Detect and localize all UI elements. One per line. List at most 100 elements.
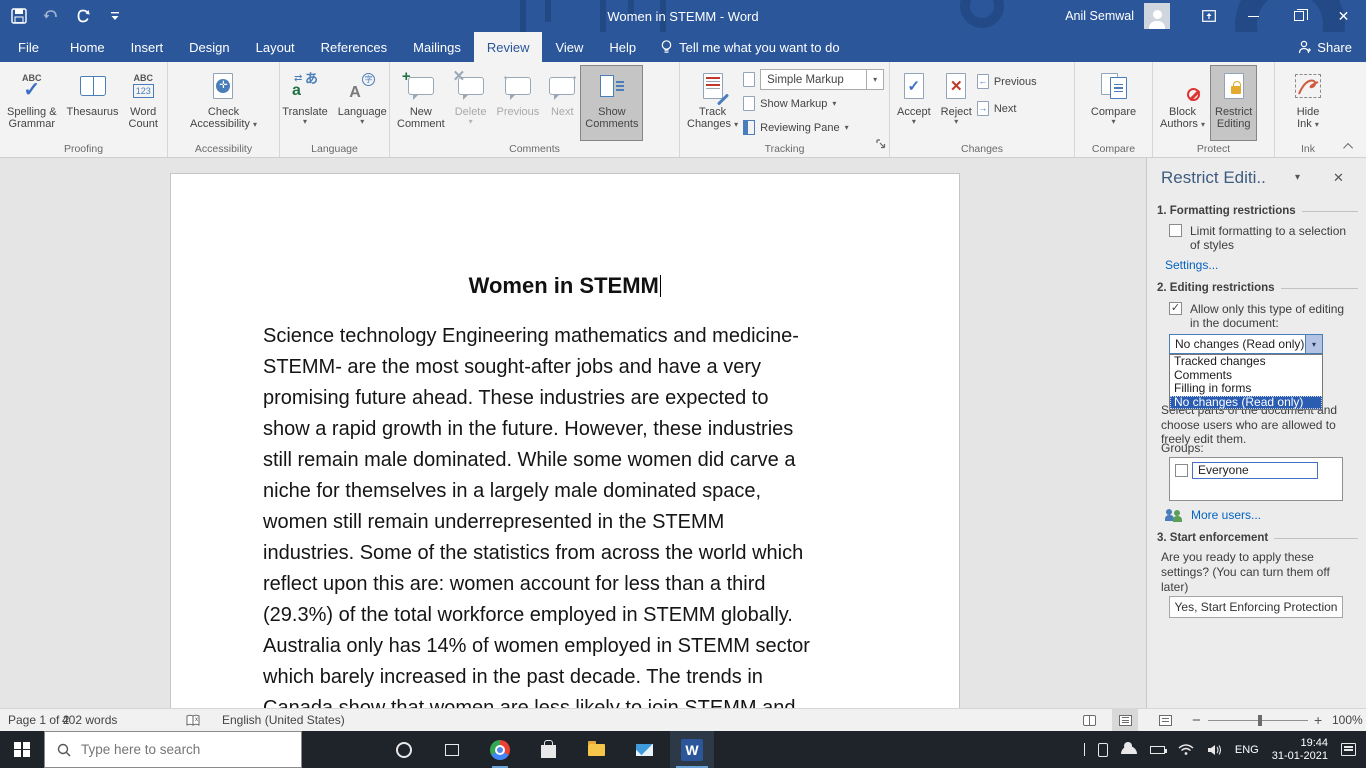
show-comments-icon	[599, 69, 624, 103]
cortana-button[interactable]	[382, 731, 426, 768]
language-indicator[interactable]: English (United States)	[222, 709, 345, 731]
tab-help[interactable]: Help	[596, 32, 649, 62]
document-heading: Women in STEMM	[171, 273, 959, 299]
pane-options-dropdown-icon[interactable]: ▾	[1295, 173, 1300, 183]
word-taskbar-button[interactable]: W	[670, 731, 714, 768]
tab-mailings[interactable]: Mailings	[400, 32, 474, 62]
checkbox-checked[interactable]: ✓	[1169, 302, 1182, 315]
redo-icon[interactable]	[74, 7, 92, 25]
chrome-taskbar-button[interactable]	[478, 731, 522, 768]
tab-design[interactable]: Design	[176, 32, 242, 62]
zoom-slider-thumb[interactable]	[1258, 714, 1262, 726]
customize-qat-icon[interactable]	[106, 7, 124, 25]
track-changes-button[interactable]: Track Changes ▾	[682, 65, 743, 141]
store-taskbar-button[interactable]	[526, 731, 570, 768]
clock[interactable]: 19:44 31-01-2021	[1272, 737, 1328, 763]
ribbon-display-options-icon[interactable]	[1186, 0, 1231, 32]
file-explorer-taskbar-button[interactable]	[574, 731, 618, 768]
block-authors-button[interactable]: Block Authors ▾	[1155, 65, 1210, 141]
groups-listbox[interactable]: Everyone	[1169, 457, 1343, 501]
more-users-link[interactable]: More users...	[1165, 508, 1261, 522]
tab-references[interactable]: References	[308, 32, 400, 62]
text-cursor	[659, 275, 662, 297]
battery-icon[interactable]	[1149, 745, 1167, 754]
tell-me-box[interactable]: Tell me what you want to do	[649, 32, 851, 62]
compare-button[interactable]: Compare ▾	[1086, 65, 1141, 141]
language-button[interactable]: A字 Language ▾	[333, 65, 392, 141]
action-center-icon[interactable]	[1341, 743, 1356, 756]
tray-expand-icon[interactable]	[1083, 742, 1085, 756]
start-button[interactable]	[0, 731, 44, 768]
previous-change-button[interactable]: ← Previous	[976, 71, 1037, 92]
accept-button[interactable]: ✓ Accept ▾	[892, 65, 936, 141]
collapse-ribbon-icon[interactable]	[1340, 139, 1358, 153]
compare-icon	[1100, 69, 1127, 103]
hide-ink-button[interactable]: Hide Ink ▾	[1290, 65, 1326, 141]
proofing-status-icon[interactable]: x	[186, 709, 201, 731]
check-accessibility-button[interactable]: ✛ Check Accessibility ▾	[185, 65, 262, 141]
editing-type-combobox[interactable]: No changes (Read only) ▾	[1169, 334, 1323, 354]
display-for-review-combo[interactable]: Simple Markup ▾	[743, 69, 885, 90]
page-indicator[interactable]: Page 1 of 2	[8, 709, 69, 731]
tab-home[interactable]: Home	[57, 32, 118, 62]
taskbar-search[interactable]	[44, 731, 302, 768]
search-icon	[57, 743, 71, 756]
tab-view[interactable]: View	[542, 32, 596, 62]
group-everyone-item[interactable]: Everyone	[1175, 462, 1318, 479]
limit-formatting-checkbox[interactable]: Limit formatting to a selection of styles	[1169, 224, 1346, 252]
spelling-grammar-button[interactable]: ABC ✓ Spelling & Grammar	[2, 65, 62, 141]
ribbon-review: ABC ✓ Spelling & Grammar Thesaurus ABC 123 …	[0, 62, 1366, 158]
web-layout-view-button[interactable]	[1152, 709, 1178, 731]
wifi-icon[interactable]	[1178, 743, 1194, 756]
close-button[interactable]: ✕	[1321, 0, 1366, 32]
reject-button[interactable]: ✕ Reject ▾	[936, 65, 977, 141]
zoom-out-button[interactable]: −	[1192, 709, 1201, 731]
word-count-indicator[interactable]: 402 words	[62, 709, 117, 731]
option-filling-in-forms[interactable]: Filling in forms	[1170, 381, 1322, 396]
next-change-button[interactable]: → Next	[976, 98, 1037, 119]
show-comments-button[interactable]: Show Comments	[580, 65, 644, 141]
tab-review[interactable]: Review	[473, 32, 543, 62]
settings-link[interactable]: Settings...	[1165, 258, 1218, 272]
zoom-in-button[interactable]: +	[1314, 709, 1322, 731]
task-view-button[interactable]	[430, 731, 474, 768]
show-markup-button[interactable]: Show Markup ▾	[743, 93, 884, 114]
zoom-slider[interactable]	[1208, 709, 1308, 731]
document-page[interactable]: Women in STEMM Science technology Engine…	[170, 173, 960, 708]
new-comment-button[interactable]: + New Comment	[392, 65, 450, 141]
tab-insert[interactable]: Insert	[118, 32, 177, 62]
avatar[interactable]	[1144, 3, 1170, 29]
tab-layout[interactable]: Layout	[243, 32, 308, 62]
option-tracked-changes[interactable]: Tracked changes	[1170, 354, 1322, 369]
everyone-checkbox[interactable]	[1175, 464, 1188, 477]
print-layout-view-button[interactable]	[1112, 709, 1138, 731]
account-user-name[interactable]: Anil Semwal	[1065, 9, 1134, 23]
phone-icon[interactable]	[1097, 742, 1108, 757]
read-mode-view-button[interactable]	[1076, 709, 1102, 731]
save-icon[interactable]	[10, 7, 28, 25]
translate-button[interactable]: a あ ⇄ Translate ▾	[277, 65, 332, 141]
allow-editing-checkbox[interactable]: ✓ Allow only this type of editing in the …	[1169, 302, 1344, 330]
thesaurus-button[interactable]: Thesaurus	[62, 65, 124, 141]
restore-button[interactable]	[1276, 0, 1321, 32]
reviewing-pane-button[interactable]: Reviewing Pane ▾	[743, 117, 884, 138]
title-bar: Women in STEMM - Word Anil Semwal ✕	[0, 0, 1366, 32]
option-comments[interactable]: Comments	[1170, 368, 1322, 383]
language-tray-indicator[interactable]: ENG	[1235, 744, 1259, 756]
search-input[interactable]	[81, 742, 271, 757]
pane-close-icon[interactable]: ✕	[1333, 170, 1344, 186]
share-button[interactable]: Share	[1298, 32, 1352, 62]
tab-file[interactable]: File	[0, 32, 57, 62]
word-count-button[interactable]: ABC 123 Word Count	[124, 65, 163, 141]
minimize-button[interactable]	[1231, 0, 1276, 32]
onedrive-icon[interactable]	[1120, 741, 1137, 754]
volume-icon[interactable]	[1207, 744, 1222, 756]
option-no-changes-selected[interactable]: No changes (Read only)	[1170, 395, 1322, 409]
mail-taskbar-button[interactable]	[622, 731, 666, 768]
restrict-editing-button[interactable]: Restrict Editing	[1210, 65, 1258, 141]
checkbox-unchecked[interactable]	[1169, 224, 1182, 237]
zoom-level[interactable]: 100%	[1332, 709, 1363, 731]
start-enforcing-protection-button[interactable]: Yes, Start Enforcing Protection	[1169, 596, 1343, 618]
combobox-dropdown-icon[interactable]: ▾	[1305, 335, 1322, 353]
undo-icon[interactable]	[42, 7, 60, 25]
